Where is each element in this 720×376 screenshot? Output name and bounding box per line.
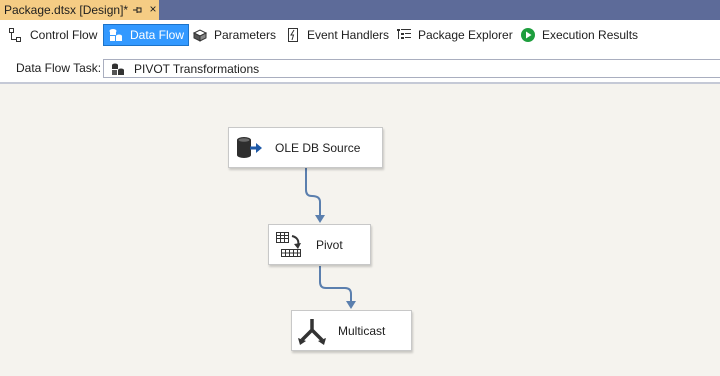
tab-label: Control Flow [30,28,98,42]
designer-tab-bar: Control Flow Data Flow Parameters Event … [0,20,720,50]
arrow-head-multicast [346,301,356,309]
component-label: Multicast [338,323,386,338]
data-flow-task-select[interactable]: PIVOT Transformations [103,59,720,78]
data-flow-design-canvas[interactable]: OLE DB Source Pivot Multicast [0,86,720,376]
document-tab-strip: Package.dtsx [Design]* × [0,0,720,20]
tab-control-flow[interactable]: Control Flow [4,24,101,46]
pivot-icon [273,230,305,260]
tab-parameters[interactable]: Parameters [188,24,280,46]
tab-data-flow[interactable]: Data Flow [103,24,190,46]
path-pivot-to-multicast[interactable] [319,266,352,303]
data-flow-task-icon [110,62,126,76]
tab-label: Event Handlers [307,28,390,42]
data-flow-task-bar: Data Flow Task: PIVOT Transformations [0,50,720,84]
parameters-icon [192,27,208,43]
data-flow-task-label: Data Flow Task: [16,61,102,75]
arrow-head-pivot [315,215,325,223]
tab-label: Parameters [214,28,277,42]
tab-label: Execution Results [542,28,639,42]
tab-label: Package Explorer [418,28,513,42]
component-multicast[interactable]: Multicast [291,310,412,351]
component-pivot[interactable]: Pivot [268,224,371,265]
close-icon[interactable]: × [147,2,159,16]
data-flow-icon [108,27,124,43]
document-tab-package[interactable]: Package.dtsx [Design]* × [0,0,159,20]
execution-results-icon [520,27,536,43]
tab-event-handlers[interactable]: Event Handlers [281,24,393,46]
control-flow-icon [8,27,24,43]
document-tab-title: Package.dtsx [Design]* [4,3,129,17]
pin-icon[interactable] [131,3,143,17]
path-source-to-pivot[interactable] [305,168,321,217]
data-flow-task-value: PIVOT Transformations [134,61,260,76]
package-explorer-icon [396,27,412,43]
tab-execution-results[interactable]: Execution Results [516,24,642,46]
ole-db-source-icon [233,133,265,163]
component-ole-db-source[interactable]: OLE DB Source [228,127,383,168]
multicast-icon [296,316,328,346]
component-label: OLE DB Source [275,140,361,155]
tab-package-explorer[interactable]: Package Explorer [392,24,517,46]
tab-label: Data Flow [130,28,185,42]
event-handlers-icon [285,27,301,43]
component-label: Pivot [316,237,343,252]
